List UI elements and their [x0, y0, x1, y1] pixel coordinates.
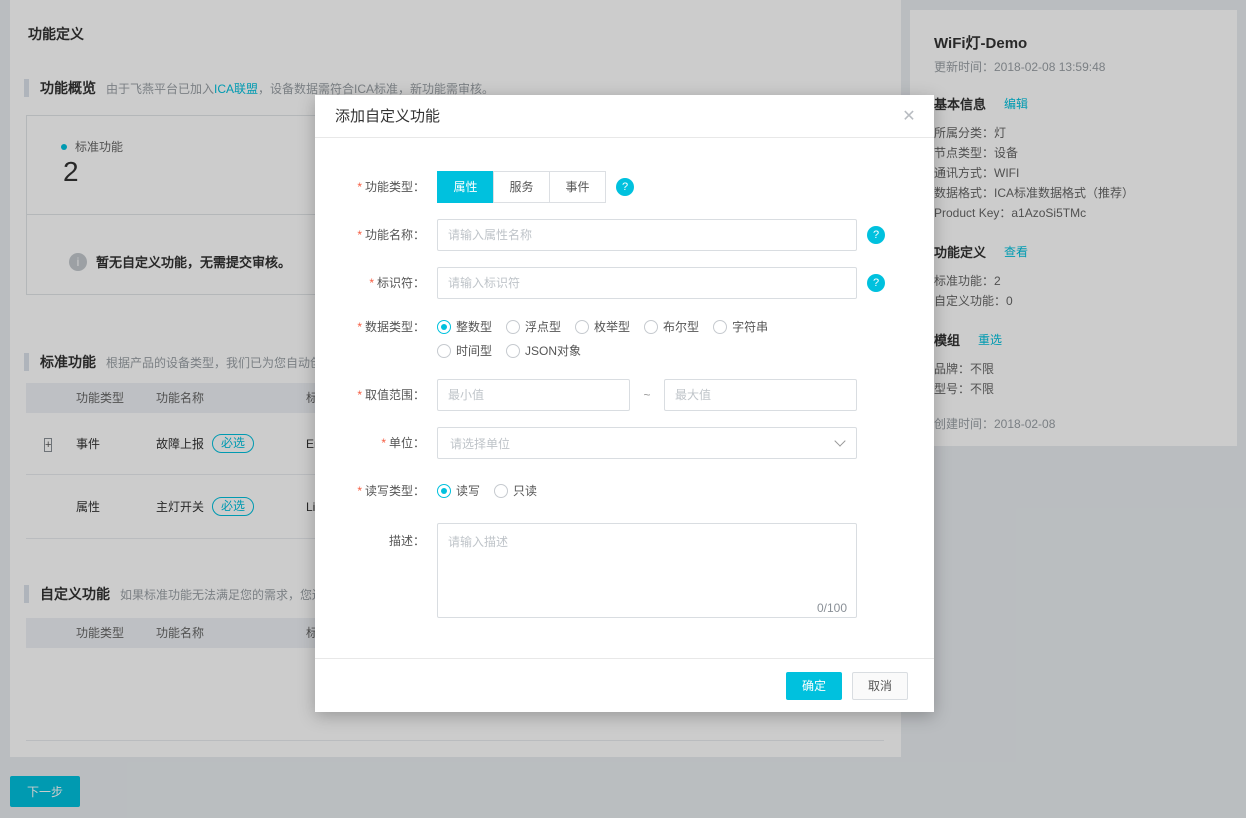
- range-separator: ~: [630, 388, 664, 402]
- chevron-down-icon: [834, 435, 845, 446]
- identifier-input[interactable]: [437, 267, 857, 299]
- tab-service[interactable]: 服务: [493, 171, 550, 203]
- modal-title: 添加自定义功能: [335, 108, 440, 125]
- function-type-tabs: 属性 服务 事件: [437, 171, 606, 203]
- field-identifier: *标识符： ?: [315, 267, 934, 299]
- radio-icon: [506, 320, 520, 334]
- required-mark: *: [357, 320, 362, 334]
- required-mark: *: [357, 228, 362, 242]
- radio-icon: [575, 320, 589, 334]
- radio-option-time[interactable]: 时间型: [437, 339, 492, 363]
- min-value-input[interactable]: [437, 379, 630, 411]
- char-counter: 0/100: [817, 601, 847, 615]
- close-icon[interactable]: ✕: [898, 95, 920, 138]
- confirm-button[interactable]: 确定: [786, 672, 842, 700]
- field-value-range: *取值范围： ~: [315, 379, 934, 411]
- radio-icon: [644, 320, 658, 334]
- radio-option-string[interactable]: 字符串: [713, 315, 768, 339]
- modal-footer: 确定 取消: [315, 658, 934, 712]
- required-mark: *: [381, 436, 386, 450]
- function-name-label: 功能名称：: [365, 228, 425, 242]
- cancel-button[interactable]: 取消: [852, 672, 908, 700]
- required-mark: *: [369, 276, 374, 290]
- description-textarea[interactable]: [437, 523, 857, 618]
- value-range-label: 取值范围：: [365, 388, 425, 402]
- description-label: 描述：: [389, 534, 425, 548]
- unit-select-placeholder: 请选择单位: [450, 435, 510, 452]
- field-function-name: *功能名称： ?: [315, 219, 934, 251]
- radio-option-int[interactable]: 整数型: [437, 315, 492, 339]
- radio-icon: [437, 484, 451, 498]
- data-type-options: 整数型浮点型枚举型布尔型字符串 时间型 JSON对象: [437, 315, 857, 363]
- help-icon[interactable]: ?: [867, 226, 885, 244]
- max-value-input[interactable]: [664, 379, 857, 411]
- field-data-type: *数据类型： 整数型浮点型枚举型布尔型字符串 时间型 JSON对象: [315, 315, 934, 363]
- modal-header: 添加自定义功能 ✕: [315, 95, 934, 138]
- radio-icon: [494, 484, 508, 498]
- radio-option-enum[interactable]: 枚举型: [575, 315, 630, 339]
- function-type-label: 功能类型：: [365, 180, 425, 194]
- field-description: 描述： 0/100: [315, 523, 934, 623]
- modal-body: *功能类型： 属性 服务 事件 ? *功能名称： ? *标识符： ?: [315, 138, 934, 623]
- required-mark: *: [357, 180, 362, 194]
- required-mark: *: [357, 388, 362, 402]
- radio-option-json[interactable]: JSON对象: [506, 339, 581, 363]
- help-icon[interactable]: ?: [616, 178, 634, 196]
- radio-icon: [437, 344, 451, 358]
- rw-type-label: 读写类型：: [365, 484, 425, 498]
- radio-icon: [506, 344, 520, 358]
- required-mark: *: [357, 484, 362, 498]
- help-icon[interactable]: ?: [867, 274, 885, 292]
- radio-option-readonly[interactable]: 只读: [494, 479, 537, 503]
- identifier-label: 标识符：: [377, 276, 425, 290]
- field-function-type: *功能类型： 属性 服务 事件 ?: [315, 171, 934, 203]
- unit-select[interactable]: 请选择单位: [437, 427, 857, 459]
- field-unit: *单位： 请选择单位: [315, 427, 934, 459]
- data-type-label: 数据类型：: [365, 320, 425, 334]
- function-name-input[interactable]: [437, 219, 857, 251]
- radio-option-float[interactable]: 浮点型: [506, 315, 561, 339]
- unit-label: 单位：: [389, 436, 425, 450]
- radio-icon: [713, 320, 727, 334]
- tab-event[interactable]: 事件: [549, 171, 606, 203]
- add-custom-function-modal: 添加自定义功能 ✕ *功能类型： 属性 服务 事件 ? *功能名称： ? *标识…: [315, 95, 934, 712]
- field-rw-type: *读写类型： 读写 只读: [315, 475, 934, 507]
- radio-icon: [437, 320, 451, 334]
- radio-option-readwrite[interactable]: 读写: [437, 479, 480, 503]
- tab-attribute[interactable]: 属性: [437, 171, 494, 203]
- radio-option-bool[interactable]: 布尔型: [644, 315, 699, 339]
